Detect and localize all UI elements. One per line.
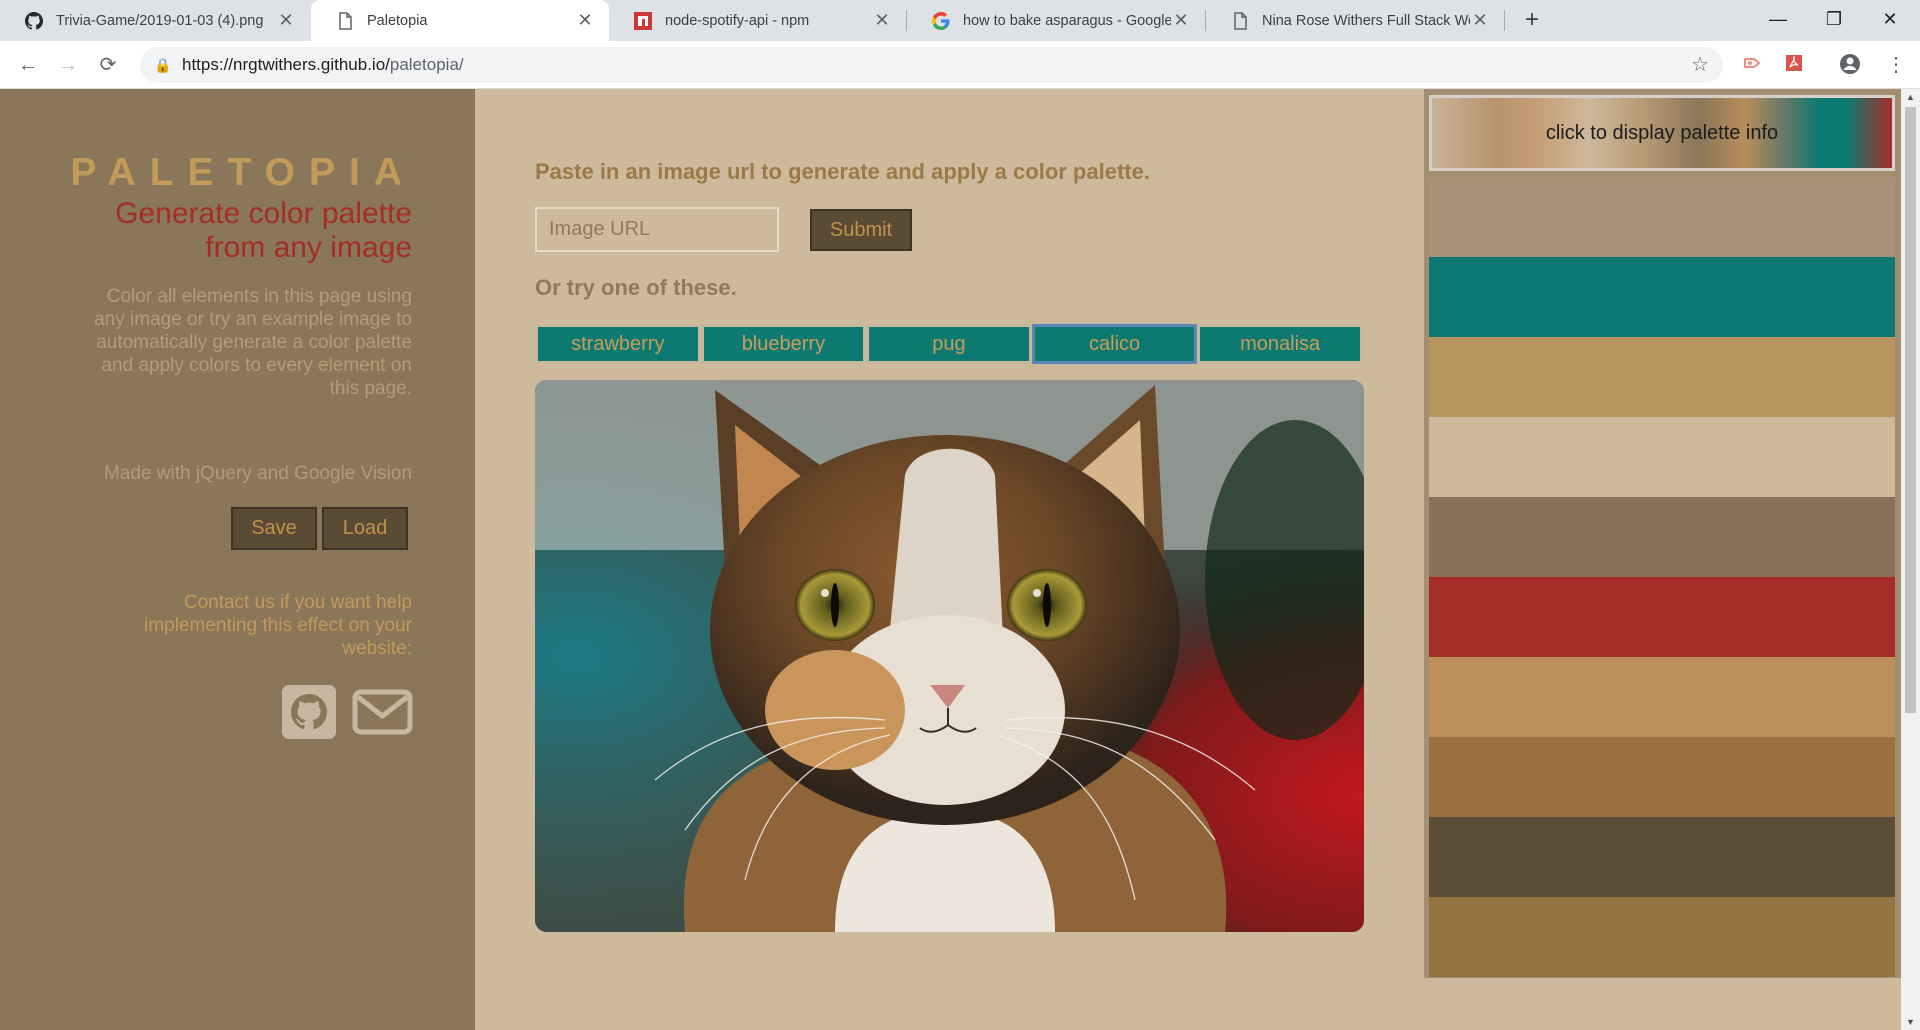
google-icon bbox=[931, 11, 951, 31]
tagline: Generate color palette from any image bbox=[115, 197, 412, 264]
scroll-thumb[interactable] bbox=[1905, 107, 1916, 713]
new-tab-button[interactable]: + bbox=[1518, 6, 1546, 34]
tab-title: node-spotify-api - npm bbox=[665, 12, 810, 29]
tab-separator bbox=[1504, 10, 1505, 31]
palette-swatch[interactable] bbox=[1429, 417, 1895, 497]
palette-swatch[interactable] bbox=[1429, 337, 1895, 417]
instruction-heading: Paste in an image url to generate and ap… bbox=[535, 159, 1150, 184]
palette-swatch[interactable] bbox=[1429, 897, 1895, 977]
page-icon bbox=[335, 11, 355, 31]
page-icon bbox=[1230, 11, 1250, 31]
contact-text: Contact us if you want help implementing… bbox=[144, 592, 412, 659]
scroll-down-arrow[interactable]: ▼ bbox=[1901, 1014, 1920, 1030]
close-window-button[interactable]: ✕ bbox=[1862, 0, 1918, 41]
tab-npm[interactable]: node-spotify-api - npm ✕ bbox=[609, 0, 906, 41]
cast-extension-icon[interactable] bbox=[1740, 53, 1764, 77]
bookmark-star-icon[interactable]: ☆ bbox=[1691, 47, 1709, 83]
browser-toolbar: ← → ⟳ 🔒 https://nrgtwithers.github.io/pa… bbox=[0, 41, 1920, 89]
tab-paletopia[interactable]: Paletopia ✕ bbox=[311, 0, 609, 41]
vertical-scrollbar[interactable]: ▲ ▼ bbox=[1901, 89, 1920, 1030]
tab-trivia-game[interactable]: Trivia-Game/2019-01-03 (4).png ✕ bbox=[0, 0, 310, 41]
back-button[interactable]: ← bbox=[14, 51, 42, 79]
reload-button[interactable]: ⟳ bbox=[94, 51, 122, 79]
npm-icon bbox=[633, 11, 653, 31]
tab-google-search[interactable]: how to bake asparagus - Google ✕ bbox=[907, 0, 1205, 41]
palette-swatch[interactable] bbox=[1429, 177, 1895, 257]
tab-strip: Trivia-Game/2019-01-03 (4).png ✕ Paletop… bbox=[0, 0, 1920, 41]
main-content: Paste in an image url to generate and ap… bbox=[475, 89, 1424, 1030]
close-tab-icon[interactable]: ✕ bbox=[1470, 10, 1490, 31]
description: Color all elements in this page using an… bbox=[94, 286, 412, 399]
github-icon bbox=[24, 11, 44, 31]
close-tab-icon[interactable]: ✕ bbox=[575, 10, 595, 31]
palette-swatch[interactable] bbox=[1429, 817, 1895, 897]
scroll-up-arrow[interactable]: ▲ bbox=[1901, 89, 1920, 105]
brand-title: PALETOPIA bbox=[70, 151, 416, 194]
palette-info-button[interactable]: click to display palette info bbox=[1429, 95, 1895, 171]
made-with-text: Made with jQuery and Google Vision bbox=[103, 463, 412, 484]
restore-button[interactable]: ❐ bbox=[1806, 0, 1862, 41]
close-tab-icon[interactable]: ✕ bbox=[1171, 10, 1191, 31]
tab-portfolio[interactable]: Nina Rose Withers Full Stack Web ✕ bbox=[1206, 0, 1504, 41]
palette-swatch[interactable] bbox=[1429, 497, 1895, 577]
calico-cat-image bbox=[535, 380, 1364, 932]
tab-title: how to bake asparagus - Google bbox=[963, 12, 1171, 29]
tab-title: Nina Rose Withers Full Stack Web bbox=[1262, 12, 1470, 29]
sidebar: PALETOPIA Generate color palette from an… bbox=[0, 89, 475, 1030]
submit-button[interactable]: Submit bbox=[810, 209, 912, 251]
try-examples-heading: Or try one of these. bbox=[535, 275, 737, 300]
address-bar[interactable]: 🔒 https://nrgtwithers.github.io/paletopi… bbox=[140, 47, 1723, 83]
close-tab-icon[interactable]: ✕ bbox=[872, 10, 892, 31]
palette-panel: click to display palette info bbox=[1424, 89, 1901, 1030]
github-icon[interactable] bbox=[282, 685, 336, 739]
pdf-extension-icon[interactable] bbox=[1782, 53, 1806, 77]
menu-kebab-icon[interactable]: ⋮ bbox=[1884, 53, 1908, 77]
page-viewport: PALETOPIA Generate color palette from an… bbox=[0, 89, 1920, 1030]
url-host: https://nrgtwithers.github.io/ bbox=[182, 55, 390, 74]
lock-icon: 🔒 bbox=[154, 57, 172, 73]
palette-swatch[interactable] bbox=[1429, 257, 1895, 337]
example-buttons: strawberry blueberry pug calico monalisa bbox=[535, 324, 1363, 364]
palette-swatch[interactable] bbox=[1429, 577, 1895, 657]
example-button-pug[interactable]: pug bbox=[866, 324, 1032, 364]
palette-swatch[interactable] bbox=[1429, 657, 1895, 737]
example-button-calico[interactable]: calico bbox=[1031, 324, 1198, 364]
example-button-blueberry[interactable]: blueberry bbox=[700, 324, 867, 364]
profile-icon[interactable] bbox=[1838, 53, 1862, 77]
tab-title: Trivia-Game/2019-01-03 (4).png bbox=[56, 12, 264, 29]
example-button-strawberry[interactable]: strawberry bbox=[535, 324, 701, 364]
url-path: paletopia/ bbox=[389, 55, 464, 74]
forward-button[interactable]: → bbox=[54, 51, 82, 79]
image-url-input[interactable] bbox=[535, 207, 779, 252]
palette-swatch[interactable] bbox=[1429, 737, 1895, 817]
minimize-button[interactable]: — bbox=[1750, 0, 1806, 41]
save-button[interactable]: Save bbox=[231, 507, 317, 550]
mail-icon[interactable] bbox=[352, 689, 413, 735]
close-tab-icon[interactable]: ✕ bbox=[276, 10, 296, 31]
example-button-monalisa[interactable]: monalisa bbox=[1197, 324, 1363, 364]
tab-title: Paletopia bbox=[367, 12, 428, 29]
load-button[interactable]: Load bbox=[322, 507, 408, 550]
